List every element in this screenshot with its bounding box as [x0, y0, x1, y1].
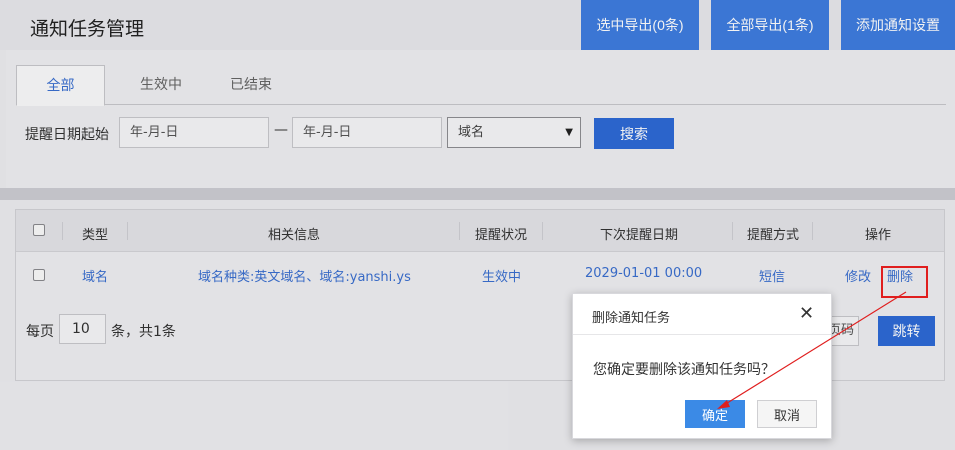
annotation-highlight-box — [881, 266, 928, 298]
close-icon[interactable]: ✕ — [799, 303, 814, 324]
page: 通知任务管理 选中导出(0条) 全部导出(1条) 添加通知设置 全部 生效中 已… — [0, 0, 955, 450]
dialog-title: 删除通知任务 — [592, 311, 671, 326]
cancel-button[interactable]: 取消 — [757, 400, 817, 428]
dialog-message: 您确定要删除该通知任务吗？ — [593, 362, 775, 378]
confirm-button[interactable]: 确定 — [685, 400, 745, 428]
delete-confirm-dialog: 删除通知任务 ✕ 您确定要删除该通知任务吗？ 确定 取消 — [572, 293, 832, 439]
dialog-header: 删除通知任务 ✕ — [573, 294, 831, 335]
